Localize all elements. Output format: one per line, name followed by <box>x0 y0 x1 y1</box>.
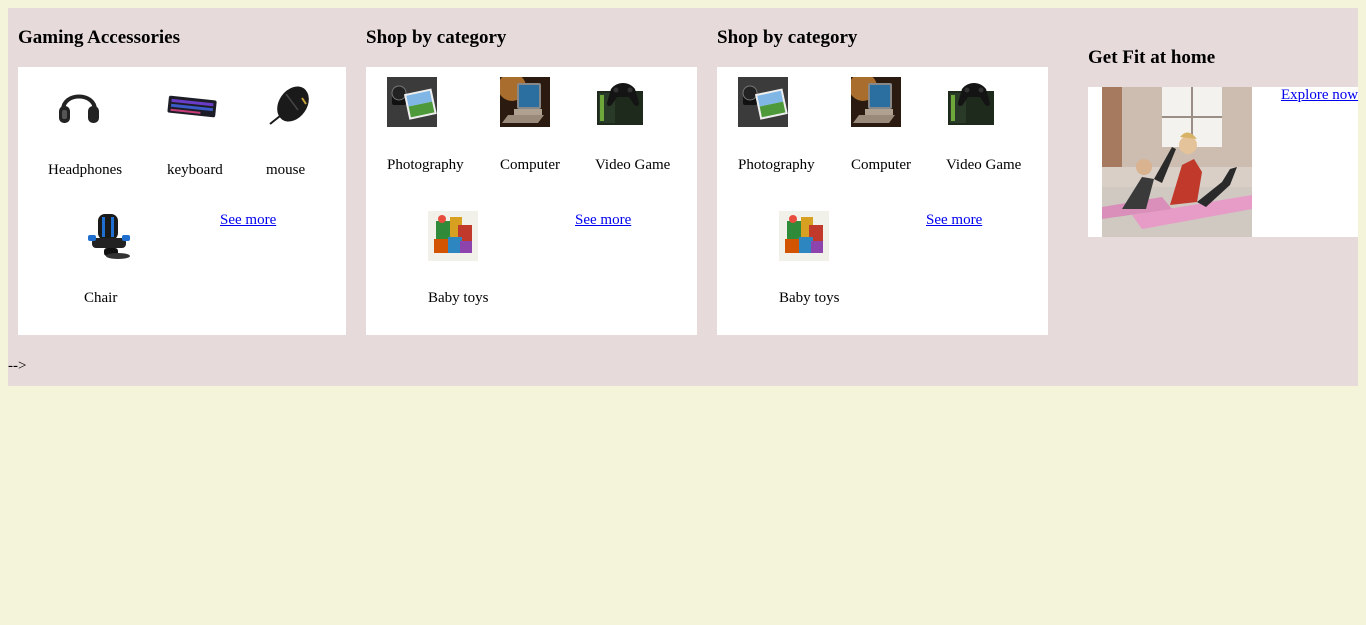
baby-toys-label[interactable]: Baby toys <box>428 290 488 307</box>
see-more-link[interactable]: See more <box>575 212 631 229</box>
camera-photo-icon[interactable] <box>387 77 437 127</box>
headphones-icon[interactable] <box>54 82 104 132</box>
see-more-link[interactable]: See more <box>926 212 982 229</box>
headphones-label[interactable]: Headphones <box>48 162 122 179</box>
shop-by-category-heading: Shop by category <box>366 27 507 48</box>
computer-label[interactable]: Computer <box>851 157 911 174</box>
baby-toys-icon[interactable] <box>428 211 478 261</box>
stray-comment-text: --> <box>8 358 27 374</box>
game-controller-icon[interactable] <box>946 77 996 127</box>
video-game-label[interactable]: Video Game <box>946 157 1021 174</box>
chair-label[interactable]: Chair <box>84 290 117 307</box>
mouse-icon[interactable] <box>266 82 316 132</box>
camera-photo-icon[interactable] <box>738 77 788 127</box>
fitness-workout-photo[interactable] <box>1102 87 1252 237</box>
baby-toys-icon[interactable] <box>779 211 829 261</box>
laptop-icon[interactable] <box>500 77 550 127</box>
keyboard-label[interactable]: keyboard <box>167 162 223 179</box>
baby-toys-label[interactable]: Baby toys <box>779 290 839 307</box>
gaming-chair-icon[interactable] <box>84 211 134 261</box>
computer-label[interactable]: Computer <box>500 157 560 174</box>
shop-by-category-card: Photography Computer Video Game Baby toy… <box>717 67 1048 335</box>
shop-by-category-card: Photography Computer Video Game Baby toy… <box>366 67 697 335</box>
explore-now-link[interactable]: Explore now <box>1281 87 1358 104</box>
mouse-label[interactable]: mouse <box>266 162 305 179</box>
video-game-label[interactable]: Video Game <box>595 157 670 174</box>
see-more-link[interactable]: See more <box>220 212 276 229</box>
gaming-accessories-heading: Gaming Accessories <box>18 27 181 48</box>
game-controller-icon[interactable] <box>595 77 645 127</box>
photography-label[interactable]: Photography <box>387 157 464 174</box>
photography-label[interactable]: Photography <box>738 157 815 174</box>
get-fit-panel: Explore now <box>1088 87 1358 237</box>
gaming-accessories-card: Headphones keyboard mouse Chair See more <box>18 67 346 335</box>
get-fit-heading: Get Fit at home <box>1088 47 1216 68</box>
shop-by-category-heading: Shop by category <box>717 27 858 48</box>
content-band: Gaming Accessories Headphones keyboard m… <box>8 8 1358 386</box>
keyboard-icon[interactable] <box>167 82 217 132</box>
laptop-icon[interactable] <box>851 77 901 127</box>
